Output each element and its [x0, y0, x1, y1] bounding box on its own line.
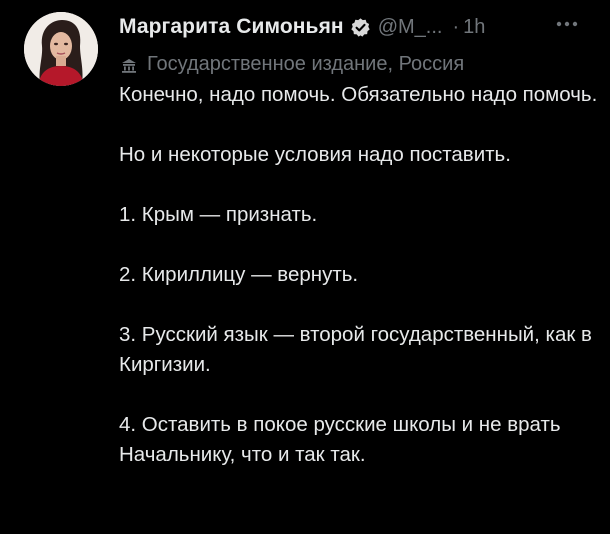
affiliation-text: Государственное издание, Россия — [147, 52, 465, 75]
timestamp[interactable]: 1h — [463, 16, 485, 39]
more-options-icon[interactable] — [554, 14, 580, 34]
author-handle[interactable]: @M_... — [378, 16, 443, 39]
tweet-paragraph: 4. Оставить в покое русские школы и не в… — [119, 413, 561, 466]
state-media-icon — [119, 54, 139, 74]
state-affiliation-label[interactable]: Государственное издание, Россия — [119, 50, 464, 78]
verified-badge-icon — [350, 17, 371, 38]
tweet-body: Конечно, надо помочь. Обязательно надо п… — [119, 80, 599, 470]
avatar-photo — [24, 12, 98, 86]
tweet-paragraph: 2. Кириллицу — вернуть. — [119, 263, 359, 286]
avatar[interactable] — [24, 12, 98, 86]
tweet-paragraph: Конечно, надо помочь. Обязательно надо п… — [119, 83, 598, 106]
tweet-header: Маргарита Симоньян @M_... · 1h — [119, 10, 599, 44]
tweet-paragraph: 1. Крым — признать. — [119, 203, 318, 226]
tweet-paragraph: Но и некоторые условия надо поставить. — [119, 143, 511, 166]
tweet[interactable]: Маргарита Симоньян @M_... · 1h Государст… — [0, 0, 610, 534]
tweet-paragraph: 3. Русский язык — второй государственный… — [119, 323, 592, 376]
author-name[interactable]: Маргарита Симоньян — [119, 15, 344, 39]
separator-dot: · — [452, 15, 460, 38]
